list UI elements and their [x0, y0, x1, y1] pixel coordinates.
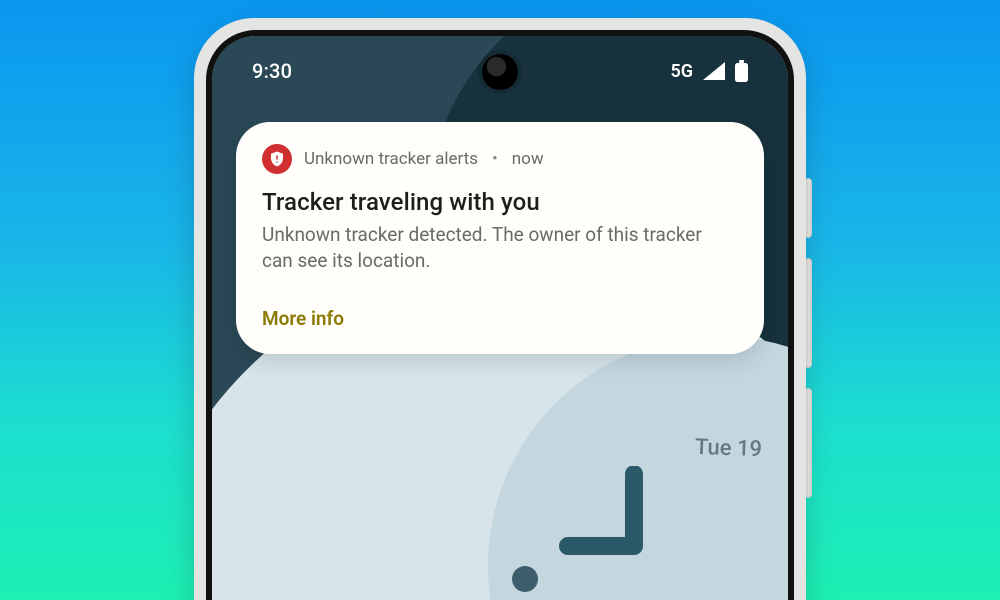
wallpaper-widget-arrow	[538, 466, 658, 590]
phone-frame: 9:30 5G Tue 19	[194, 18, 806, 600]
volume-down-button[interactable]	[806, 388, 812, 498]
phone-screen: 9:30 5G Tue 19	[212, 36, 788, 600]
wallpaper-widget-dot	[512, 566, 538, 592]
notification-title: Tracker traveling with you	[262, 188, 738, 216]
phone-bezel: 9:30 5G Tue 19	[206, 30, 794, 600]
shield-alert-icon	[262, 144, 292, 174]
notification-header: Unknown tracker alerts • now	[262, 144, 738, 174]
notification-separator: •	[492, 149, 498, 169]
stage: 9:30 5G Tue 19	[0, 0, 1000, 600]
lockscreen-date: Tue 19	[695, 435, 763, 462]
more-info-button[interactable]: More info	[262, 307, 344, 330]
status-right-cluster: 5G	[670, 60, 748, 82]
power-button[interactable]	[806, 178, 812, 238]
notification-card[interactable]: Unknown tracker alerts • now Tracker tra…	[236, 122, 764, 354]
battery-icon	[735, 60, 748, 82]
cellular-signal-icon	[703, 62, 725, 80]
status-time: 9:30	[252, 59, 292, 83]
volume-up-button[interactable]	[806, 258, 812, 368]
notification-body: Unknown tracker detected. The owner of t…	[262, 222, 722, 273]
network-label: 5G	[670, 61, 693, 82]
notification-app-name: Unknown tracker alerts	[304, 149, 478, 169]
status-bar: 9:30 5G	[212, 36, 788, 106]
notification-when: now	[512, 149, 544, 169]
